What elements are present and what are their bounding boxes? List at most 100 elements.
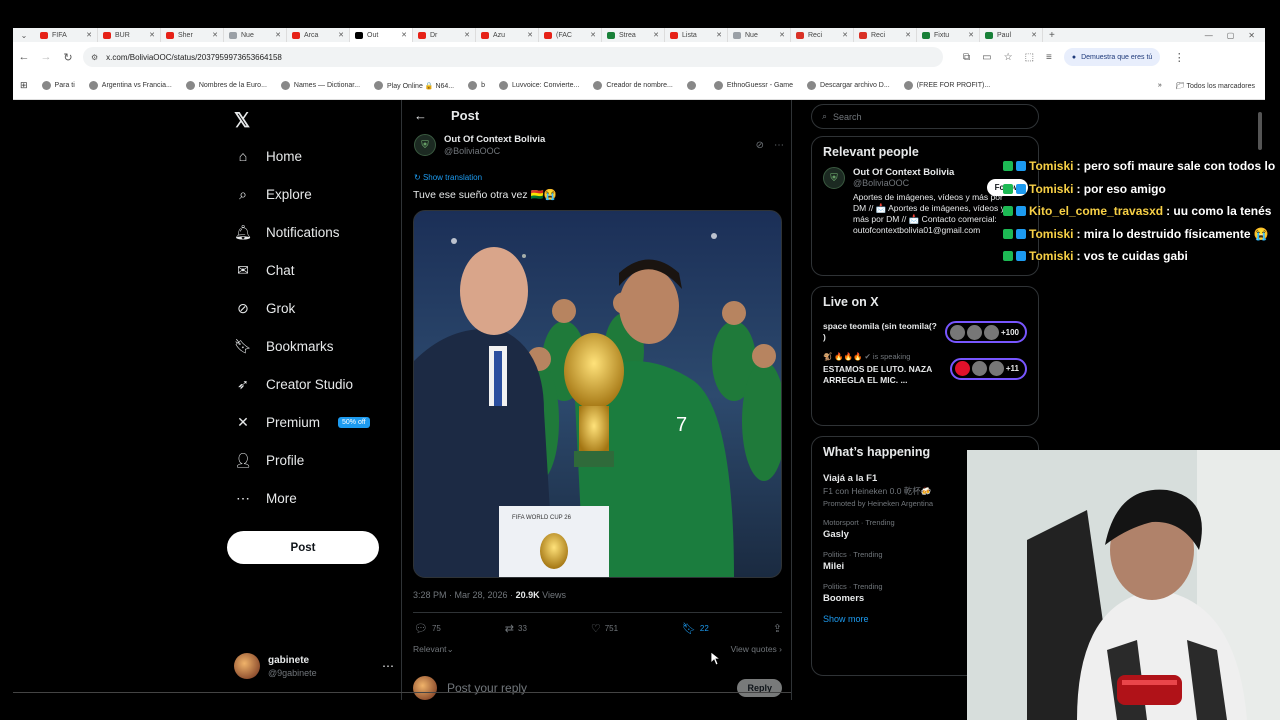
tab-close-icon[interactable]: ✕ <box>1031 31 1037 39</box>
browser-tab[interactable]: Strea ✕ <box>602 28 665 42</box>
browser-tab[interactable]: Arca ✕ <box>287 28 350 42</box>
cast-icon[interactable]: ▭ <box>982 52 991 63</box>
bookmark-item[interactable]: Para ti <box>35 81 82 90</box>
sidebar-item-notifications[interactable]: 🔔︎ Notifications <box>234 220 339 244</box>
sidebar-item-explore[interactable]: ⌕ Explore <box>234 182 312 206</box>
post-time[interactable]: 3:28 PM · Mar 28, 2026 · <box>413 590 513 600</box>
sidebar-item-profile[interactable]: 👤︎ Profile <box>234 448 304 472</box>
sidebar-item-creator-studio[interactable]: ➶ Creator Studio <box>234 372 353 396</box>
browser-tab[interactable]: Azu ✕ <box>476 28 539 42</box>
bookmark-item[interactable]: Play Online 🔒 N64... <box>367 81 461 90</box>
tab-search-icon[interactable]: ⌄ <box>13 31 35 40</box>
bookmark-item[interactable]: Descargar archivo D... <box>800 81 897 90</box>
browser-tab[interactable]: FIFA ✕ <box>35 28 98 42</box>
bookmark-item[interactable]: Nombres de la Euro... <box>179 81 274 90</box>
apps-icon[interactable]: ⊞ <box>13 80 35 91</box>
browser-tab[interactable]: Reci ✕ <box>791 28 854 42</box>
post-image[interactable]: 7 FIFA WORLD CUP 26 <box>413 210 782 578</box>
bookmark-item[interactable]: Argentina vs Francia... <box>82 81 179 90</box>
post-button[interactable]: Post <box>227 531 379 564</box>
tab-close-icon[interactable]: ✕ <box>842 31 848 39</box>
new-tab-button[interactable]: + <box>1043 30 1061 41</box>
browser-tab[interactable]: Nue ✕ <box>728 28 791 42</box>
url-field[interactable]: ⚙ x.com/BoliviaOOC/status/20379599736536… <box>83 47 943 67</box>
tab-close-icon[interactable]: ✕ <box>149 31 155 39</box>
browser-tab[interactable]: Fixtu ✕ <box>917 28 980 42</box>
more-options-icon[interactable]: ⋯ <box>774 140 784 151</box>
browser-tab[interactable]: Out ✕ <box>350 28 413 42</box>
live-space-item[interactable]: 🐒 🔥🔥🔥 ✔ is speaking ESTAMOS DE LUTO. NAZA… <box>812 347 1038 390</box>
live-listeners-pill[interactable]: +100 <box>944 321 1027 343</box>
sidebar-item-grok[interactable]: ⊘ Grok <box>234 296 295 320</box>
browser-tab[interactable]: Dr ✕ <box>413 28 476 42</box>
bookmark-item[interactable]: Creador de nombre... <box>586 81 680 90</box>
browser-tab[interactable]: Paul ✕ <box>980 28 1043 42</box>
extensions-icon[interactable]: ⬚ <box>1025 52 1034 63</box>
tab-close-icon[interactable]: ✕ <box>86 31 92 39</box>
forward-icon[interactable]: → <box>35 51 57 63</box>
like-button[interactable]: ♡ 751 <box>591 622 618 635</box>
back-icon[interactable]: ← <box>13 51 35 63</box>
bookmark-item[interactable]: Luvvoice: Convierte... <box>492 81 586 90</box>
verify-profile-pill[interactable]: ● Demuestra que eres tú <box>1063 48 1161 66</box>
browser-tab[interactable]: Lista ✕ <box>665 28 728 42</box>
tab-close-icon[interactable]: ✕ <box>905 31 911 39</box>
author-handle[interactable]: @BoliviaOOC <box>444 146 545 156</box>
star-icon[interactable]: ☆ <box>1004 52 1013 63</box>
reload-icon[interactable]: ↻ <box>57 51 79 64</box>
bookmark-item[interactable]: Names — Dictionar... <box>274 81 367 90</box>
reading-list-icon[interactable]: ≡ <box>1046 52 1052 63</box>
maximize-icon[interactable]: ▢ <box>1227 31 1235 40</box>
reply-submit-button[interactable]: Reply <box>737 679 782 697</box>
live-space-item[interactable]: space teomila (sin teomila(? ) +100 <box>812 317 1038 347</box>
tab-close-icon[interactable]: ✕ <box>653 31 659 39</box>
more-bookmarks-icon[interactable]: » <box>1158 82 1162 89</box>
search-input[interactable]: ⌕ Search <box>811 104 1039 129</box>
repost-button[interactable]: ⇄ 33 <box>505 622 527 635</box>
tab-close-icon[interactable]: ✕ <box>527 31 533 39</box>
account-more-icon[interactable]: ⋯ <box>382 659 394 673</box>
grok-icon[interactable]: ⊘ <box>756 140 764 151</box>
x-logo-icon[interactable]: 𝕏 <box>234 108 250 133</box>
browser-tab[interactable]: Nue ✕ <box>224 28 287 42</box>
bookmark-item[interactable]: EthnoGuessr - Game <box>707 81 800 90</box>
tab-close-icon[interactable]: ✕ <box>338 31 344 39</box>
translate-icon[interactable]: ⧉ <box>963 52 970 63</box>
menu-icon[interactable]: ⋮ <box>1168 51 1190 64</box>
sidebar-item-premium[interactable]: ✕ Premium 50% off <box>234 410 370 434</box>
reply-button[interactable]: 💬︎ 75 <box>414 622 441 635</box>
tab-close-icon[interactable]: ✕ <box>275 31 281 39</box>
account-switcher[interactable]: gabinete @9gabinete ⋯ <box>234 650 394 682</box>
sidebar-item-bookmarks[interactable]: 🔖︎ Bookmarks <box>234 334 333 358</box>
bookmark-item[interactable]: b <box>461 81 492 90</box>
bookmark-item[interactable]: (FREE FOR PROFIT)... <box>897 81 998 90</box>
author-name[interactable]: Out Of Context Bolivia <box>444 134 545 145</box>
sidebar-item-home[interactable]: ⌂ Home <box>234 144 302 168</box>
view-quotes-link[interactable]: View quotes › <box>731 644 782 655</box>
browser-tab[interactable]: (FAC ✕ <box>539 28 602 42</box>
browser-tab[interactable]: Sher ✕ <box>161 28 224 42</box>
browser-tab[interactable]: Reci ✕ <box>854 28 917 42</box>
back-arrow-icon[interactable]: ← <box>414 108 427 123</box>
bookmark-button[interactable]: 🔖︎ 22 <box>682 622 709 635</box>
close-window-icon[interactable]: ✕ <box>1248 31 1255 40</box>
scrollbar[interactable] <box>1258 112 1262 150</box>
sort-dropdown[interactable]: Relevant⌄ <box>413 644 454 655</box>
show-translation-link[interactable]: ↻ Show translation <box>414 173 482 182</box>
site-info-icon[interactable]: ⚙ <box>91 53 98 62</box>
live-listeners-pill[interactable]: +11 <box>949 357 1027 380</box>
share-button[interactable]: ⇪ <box>773 622 782 635</box>
tab-close-icon[interactable]: ✕ <box>464 31 470 39</box>
tab-close-icon[interactable]: ✕ <box>401 31 407 39</box>
all-bookmarks[interactable]: 📁︎ Todos los marcadores <box>1176 82 1255 90</box>
minimize-icon[interactable]: — <box>1205 31 1213 40</box>
author-avatar[interactable]: ⛨ <box>414 134 436 156</box>
sidebar-item-chat[interactable]: ✉ Chat <box>234 258 294 282</box>
bookmark-item[interactable] <box>680 81 707 90</box>
tab-close-icon[interactable]: ✕ <box>212 31 218 39</box>
sidebar-item-more[interactable]: ⋯ More <box>234 486 297 510</box>
browser-tab[interactable]: BUR ✕ <box>98 28 161 42</box>
tab-close-icon[interactable]: ✕ <box>968 31 974 39</box>
tab-close-icon[interactable]: ✕ <box>716 31 722 39</box>
tab-close-icon[interactable]: ✕ <box>779 31 785 39</box>
